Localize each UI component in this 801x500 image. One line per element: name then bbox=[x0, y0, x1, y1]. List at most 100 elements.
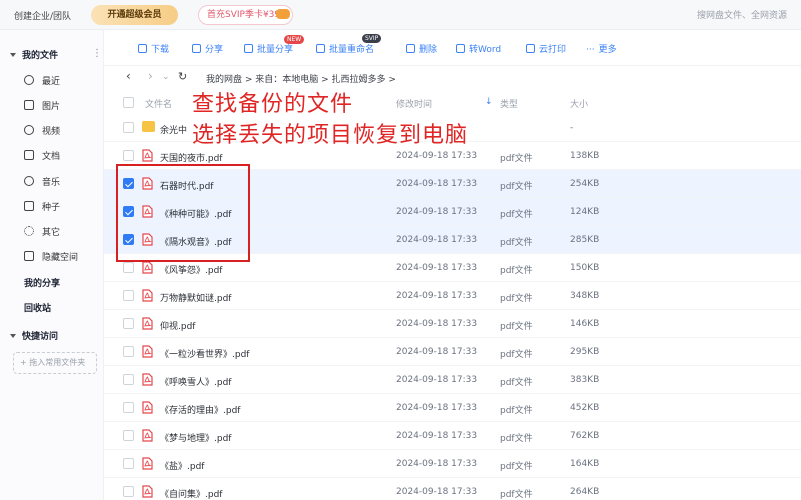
share-button[interactable]: 分享 bbox=[192, 42, 223, 55]
sidebar-item-hidden-space[interactable]: 隐藏空间 bbox=[24, 250, 78, 263]
row-checkbox[interactable] bbox=[123, 346, 134, 357]
file-name: 《风筝怨》.pdf bbox=[160, 266, 223, 276]
cloud-print-button[interactable]: 云打印 bbox=[526, 42, 566, 55]
gamepad-icon[interactable] bbox=[276, 9, 290, 19]
sidebar-item-videos[interactable]: 视频 bbox=[24, 124, 60, 137]
open-vip-button[interactable]: 开通超级会员 bbox=[91, 5, 178, 25]
bt-icon bbox=[24, 201, 34, 211]
batch-rename-button[interactable]: 批量重命名 bbox=[316, 42, 374, 55]
breadcrumb-path[interactable]: 我的网盘 > 来自：本地电脑 > 扎西拉姆多多 > bbox=[206, 72, 396, 85]
top-bar: 创建企业/团队 开通超级会员 首充SVIP季卡¥39! 搜网盘文件、全网资源 bbox=[0, 0, 801, 30]
sidebar-item-torrents[interactable]: 种子 bbox=[24, 200, 60, 213]
sidebar-item-recent[interactable]: 最近 bbox=[24, 74, 60, 87]
file-size: 264KB bbox=[570, 487, 600, 497]
column-type[interactable]: 类型 bbox=[500, 97, 518, 110]
file-modified: 2024-09-18 17:33 bbox=[396, 459, 478, 469]
add-quick-folder-button[interactable]: + 拖入常用文件夹 bbox=[13, 352, 97, 374]
share-icon bbox=[192, 44, 201, 53]
file-modified: 2024-09-18 17:33 bbox=[396, 347, 478, 357]
pdf-icon bbox=[142, 373, 153, 386]
search-input[interactable]: 搜网盘文件、全网资源 bbox=[697, 8, 787, 21]
file-name: 余光中 bbox=[160, 126, 188, 136]
row-checkbox[interactable] bbox=[123, 430, 134, 441]
pdf-icon bbox=[142, 345, 153, 358]
table-row[interactable]: 万物静默如谜.pdf 2024-09-18 17:33 pdf文件 348KB bbox=[104, 282, 801, 310]
file-size: 254KB bbox=[570, 179, 600, 189]
create-org-link[interactable]: 创建企业/团队 bbox=[14, 9, 71, 22]
row-checkbox[interactable] bbox=[123, 318, 134, 329]
sidebar-my-share[interactable]: 我的分享 bbox=[24, 276, 60, 289]
sidebar-quick-access[interactable]: 快捷访问 bbox=[10, 329, 58, 342]
image-icon bbox=[24, 100, 34, 110]
forward-icon[interactable]: › bbox=[148, 69, 153, 83]
row-checkbox[interactable] bbox=[123, 262, 134, 273]
table-row[interactable]: 《呼唤雪人》.pdf 2024-09-18 17:33 pdf文件 383KB bbox=[104, 366, 801, 394]
more-icon bbox=[24, 226, 34, 236]
file-modified: 2024-09-18 17:33 bbox=[396, 179, 478, 189]
file-size: 150KB bbox=[570, 263, 600, 273]
file-name: 万物静默如谜.pdf bbox=[160, 294, 232, 304]
file-name: 《自问集》.pdf bbox=[160, 490, 223, 500]
table-row[interactable]: 《自问集》.pdf 2024-09-18 17:33 pdf文件 264KB bbox=[104, 478, 801, 500]
file-size: 762KB bbox=[570, 431, 600, 441]
sidebar-item-docs[interactable]: 文档 bbox=[24, 149, 60, 162]
file-modified: 2024-09-18 17:33 bbox=[396, 487, 478, 497]
toolbar: 下载 分享 批量分享 NEW 批量重命名 SVIP 删除 转Word 云打印 ·… bbox=[104, 30, 801, 66]
file-type: pdf文件 bbox=[500, 490, 533, 500]
sidebar-my-files[interactable]: 我的文件 bbox=[10, 48, 58, 61]
more-button[interactable]: ··· 更多 bbox=[586, 42, 617, 55]
back-icon[interactable]: ‹ bbox=[126, 69, 131, 83]
row-checkbox[interactable] bbox=[123, 150, 134, 161]
batch-share-icon bbox=[244, 44, 253, 53]
file-type: pdf文件 bbox=[500, 462, 533, 472]
row-checkbox[interactable] bbox=[123, 122, 134, 133]
file-type: pdf文件 bbox=[500, 434, 533, 444]
file-type: pdf文件 bbox=[500, 294, 533, 304]
batch-share-button[interactable]: 批量分享 bbox=[244, 42, 293, 55]
sidebar-item-label: 文档 bbox=[42, 152, 61, 162]
column-modified[interactable]: 修改时间 bbox=[396, 97, 432, 110]
column-name[interactable]: 文件名 bbox=[145, 97, 172, 110]
table-row[interactable]: 《盐》.pdf 2024-09-18 17:33 pdf文件 164KB bbox=[104, 450, 801, 478]
file-type: pdf文件 bbox=[500, 378, 533, 388]
file-modified: 2024-09-18 17:33 bbox=[396, 151, 478, 161]
download-label: 下载 bbox=[151, 45, 170, 55]
to-word-button[interactable]: 转Word bbox=[456, 42, 501, 55]
pdf-icon bbox=[142, 485, 153, 498]
annotation-line-2: 选择丢失的项目恢复到电脑 bbox=[192, 123, 469, 148]
table-row[interactable]: 仰视.pdf 2024-09-18 17:33 pdf文件 146KB bbox=[104, 310, 801, 338]
sort-down-icon[interactable]: ↓ bbox=[485, 97, 493, 107]
table-row[interactable]: 《梦与地理》.pdf 2024-09-18 17:33 pdf文件 762KB bbox=[104, 422, 801, 450]
sidebar-recycle-bin[interactable]: 回收站 bbox=[24, 301, 51, 314]
to-word-label: 转Word bbox=[469, 45, 502, 55]
row-checkbox[interactable] bbox=[123, 402, 134, 413]
refresh-icon[interactable]: ↻ bbox=[178, 70, 187, 83]
chevron-down-icon[interactable]: ⌄ bbox=[162, 72, 170, 82]
svip-badge: SVIP bbox=[362, 34, 382, 43]
more-options-icon[interactable]: ⋮ bbox=[92, 48, 102, 59]
delete-button[interactable]: 删除 bbox=[406, 42, 437, 55]
file-type: pdf文件 bbox=[500, 350, 533, 360]
table-row[interactable]: 《存活的理由》.pdf 2024-09-18 17:33 pdf文件 452KB bbox=[104, 394, 801, 422]
file-type: pdf文件 bbox=[500, 182, 533, 192]
sidebar-item-music[interactable]: 音乐 bbox=[24, 175, 60, 188]
file-size: 164KB bbox=[570, 459, 600, 469]
file-name: 仰视.pdf bbox=[160, 322, 196, 332]
row-checkbox[interactable] bbox=[123, 374, 134, 385]
download-button[interactable]: 下载 bbox=[138, 42, 169, 55]
new-badge: NEW bbox=[284, 35, 305, 44]
delete-label: 删除 bbox=[419, 45, 438, 55]
sidebar-item-other[interactable]: 其它 bbox=[24, 225, 60, 238]
row-checkbox[interactable] bbox=[123, 458, 134, 469]
column-size[interactable]: 大小 bbox=[570, 97, 588, 110]
row-checkbox[interactable] bbox=[123, 486, 134, 497]
pdf-icon bbox=[142, 429, 153, 442]
sidebar-item-label: 种子 bbox=[42, 203, 61, 213]
row-checkbox[interactable] bbox=[123, 290, 134, 301]
sidebar-item-images[interactable]: 图片 bbox=[24, 99, 60, 112]
select-all-checkbox[interactable] bbox=[123, 97, 134, 108]
table-row[interactable]: 《一粒沙看世界》.pdf 2024-09-18 17:33 pdf文件 295KB bbox=[104, 338, 801, 366]
annotation-line-1: 查找备份的文件 bbox=[192, 92, 354, 117]
folder-icon bbox=[142, 121, 155, 132]
file-modified: 2024-09-18 17:33 bbox=[396, 235, 478, 245]
